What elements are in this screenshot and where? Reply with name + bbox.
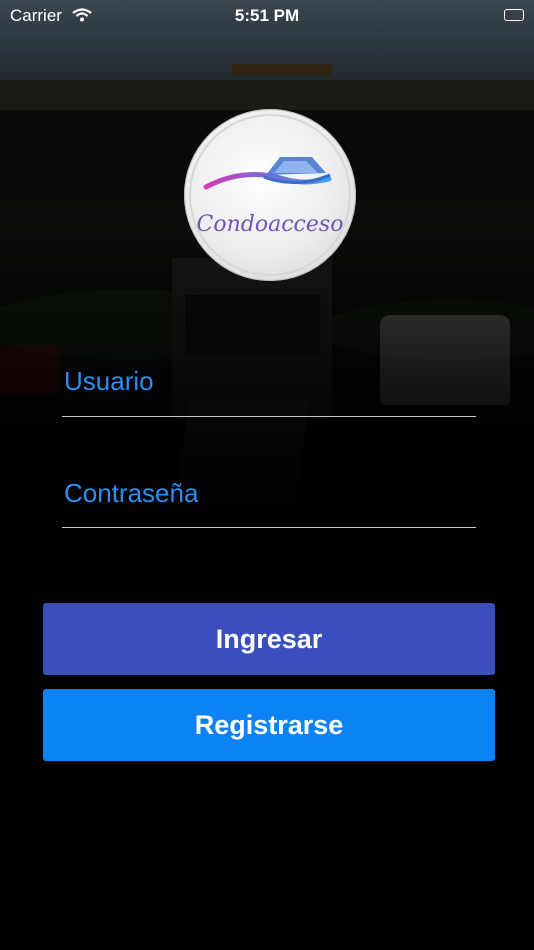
status-bar: Carrier 5:51 PM: [0, 0, 534, 30]
register-button[interactable]: Registrarse: [43, 689, 495, 761]
username-underline: [62, 416, 476, 417]
username-field[interactable]: Usuario: [62, 360, 476, 418]
logo-text: Condoacceso: [196, 212, 344, 237]
house-swoosh-icon: [189, 114, 351, 276]
login-button[interactable]: Ingresar: [43, 603, 495, 675]
status-time: 5:51 PM: [234, 6, 300, 25]
password-underline: [62, 527, 476, 528]
username-label: Usuario: [64, 366, 154, 396]
app-logo: Condoacceso: [184, 109, 356, 281]
password-label: Contraseña: [64, 478, 199, 508]
password-field[interactable]: Contraseña: [62, 470, 476, 528]
battery-icon: [504, 9, 524, 21]
